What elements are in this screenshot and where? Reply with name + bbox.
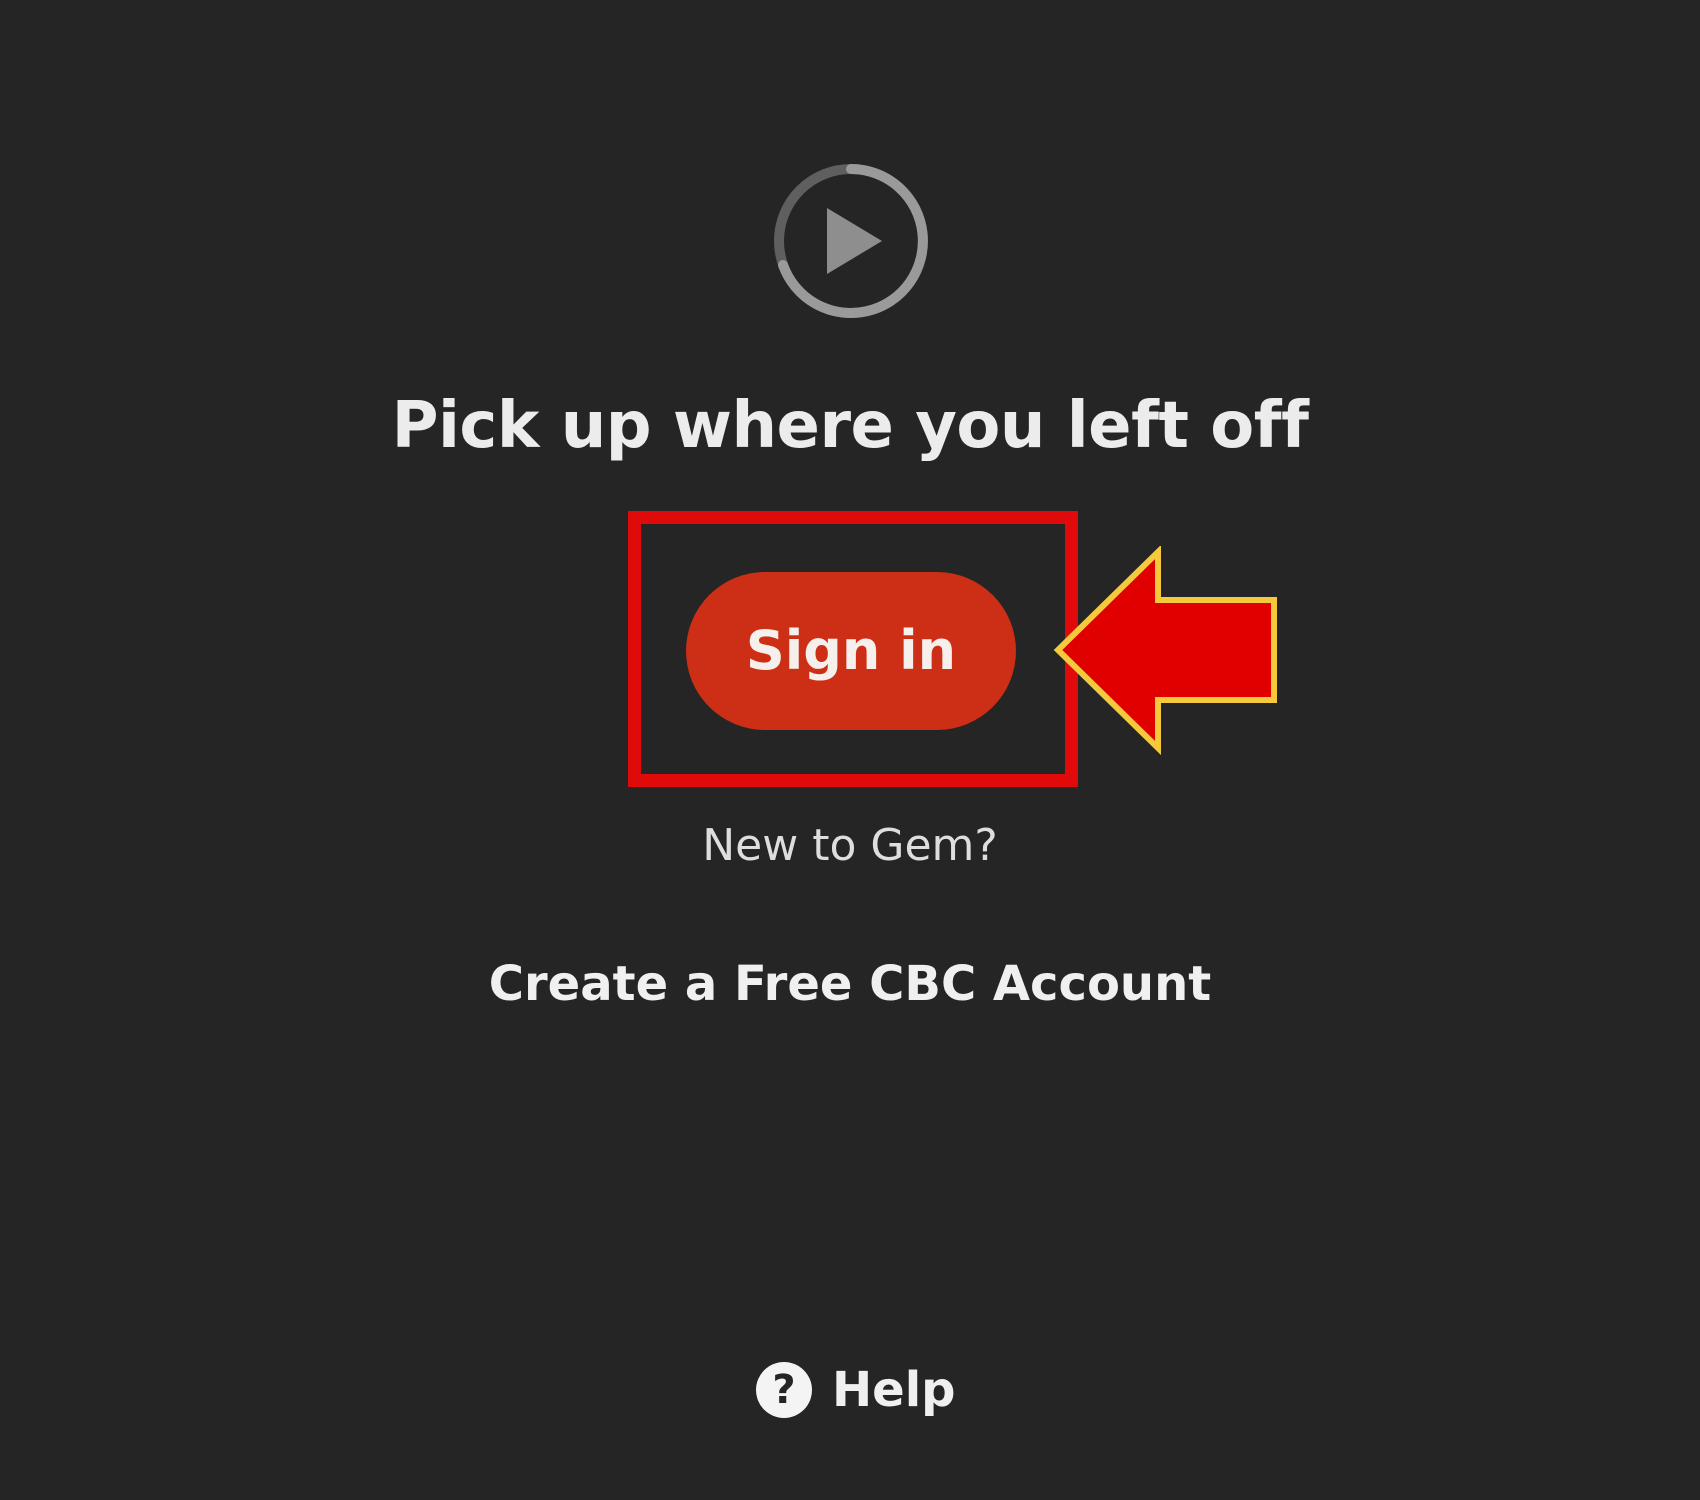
sign-in-screen: Pick up where you left off Sign in New t… [0, 0, 1700, 1500]
help-label: Help [832, 1362, 956, 1418]
play-circle-icon [774, 164, 928, 318]
question-circle-icon: ? [756, 1362, 812, 1418]
left-arrow-icon [1053, 546, 1277, 756]
sign-in-button[interactable]: Sign in [686, 572, 1016, 730]
page-title: Pick up where you left off [391, 389, 1309, 463]
new-to-gem-text: New to Gem? [702, 820, 998, 871]
help-link[interactable]: ? Help [756, 1358, 956, 1422]
create-account-link[interactable]: Create a Free CBC Account [0, 952, 1700, 1016]
